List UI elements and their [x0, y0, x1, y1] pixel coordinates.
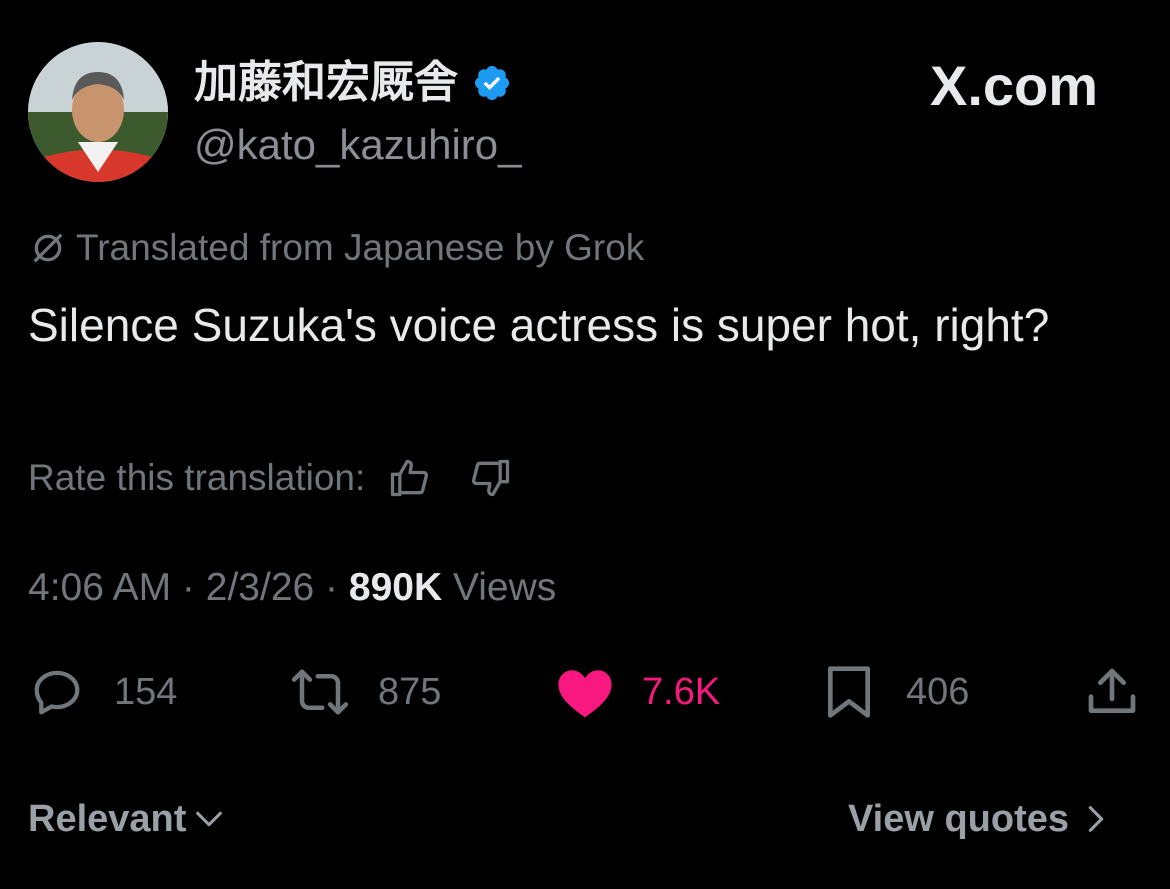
chevron-down-icon — [196, 811, 223, 827]
reply-count: 154 — [114, 671, 178, 713]
verified-badge-icon — [474, 65, 510, 101]
reply-button[interactable]: 154 — [28, 664, 177, 720]
meta-separator: · — [171, 566, 206, 609]
translate-icon — [33, 233, 63, 263]
repost-button[interactable]: 875 — [288, 664, 441, 720]
thumbs-up-button[interactable] — [383, 452, 435, 504]
share-button[interactable] — [1084, 664, 1140, 720]
tweet-time[interactable]: 4:06 AM — [28, 566, 171, 609]
thumbs-down-button[interactable] — [465, 452, 517, 504]
bookmark-button[interactable]: 406 — [824, 664, 969, 720]
rate-translation-label: Rate this translation: — [28, 457, 366, 498]
rate-translation: Rate this translation: — [28, 452, 517, 504]
avatar[interactable] — [28, 42, 168, 182]
display-name-text: 加藤和宏厩舎 — [194, 57, 458, 108]
tweet-date[interactable]: 2/3/26 — [206, 566, 314, 609]
avatar-photo — [28, 42, 168, 182]
heart-icon — [558, 670, 612, 718]
repost-icon — [291, 669, 349, 715]
views-count: 890K — [348, 566, 443, 609]
repost-count: 875 — [378, 671, 442, 713]
thumbs-up-icon — [391, 459, 429, 497]
display-name[interactable]: 加藤和宏厩舎 — [194, 56, 512, 110]
reply-icon — [34, 670, 80, 715]
like-button[interactable]: 7.6K — [556, 664, 720, 720]
chevron-right-icon — [1088, 806, 1104, 832]
translation-notice-text: Translated from Japanese by Grok — [76, 227, 645, 268]
user-handle[interactable]: @kato_kazuhiro_ — [194, 118, 522, 172]
share-icon — [1088, 668, 1136, 713]
sort-dropdown[interactable]: Relevant — [28, 794, 226, 844]
bookmark-count: 406 — [906, 671, 970, 713]
translation-notice: Translated from Japanese by Grok — [28, 224, 644, 272]
views-label: Views — [442, 566, 557, 609]
view-quotes-link[interactable]: View quotes — [848, 794, 1113, 844]
tweet-meta: 4:06 AM · 2/3/26 · 890K Views — [28, 562, 556, 614]
tweet-text: Silence Suzuka's voice actress is super … — [28, 299, 1050, 351]
view-quotes-label: View quotes — [848, 798, 1070, 840]
meta-separator: · — [314, 566, 349, 609]
brand-logo: X.com — [930, 54, 1099, 117]
bookmark-icon — [827, 666, 870, 718]
like-count: 7.6K — [642, 671, 721, 713]
sort-label: Relevant — [28, 798, 187, 840]
thumbs-down-icon — [472, 459, 510, 497]
